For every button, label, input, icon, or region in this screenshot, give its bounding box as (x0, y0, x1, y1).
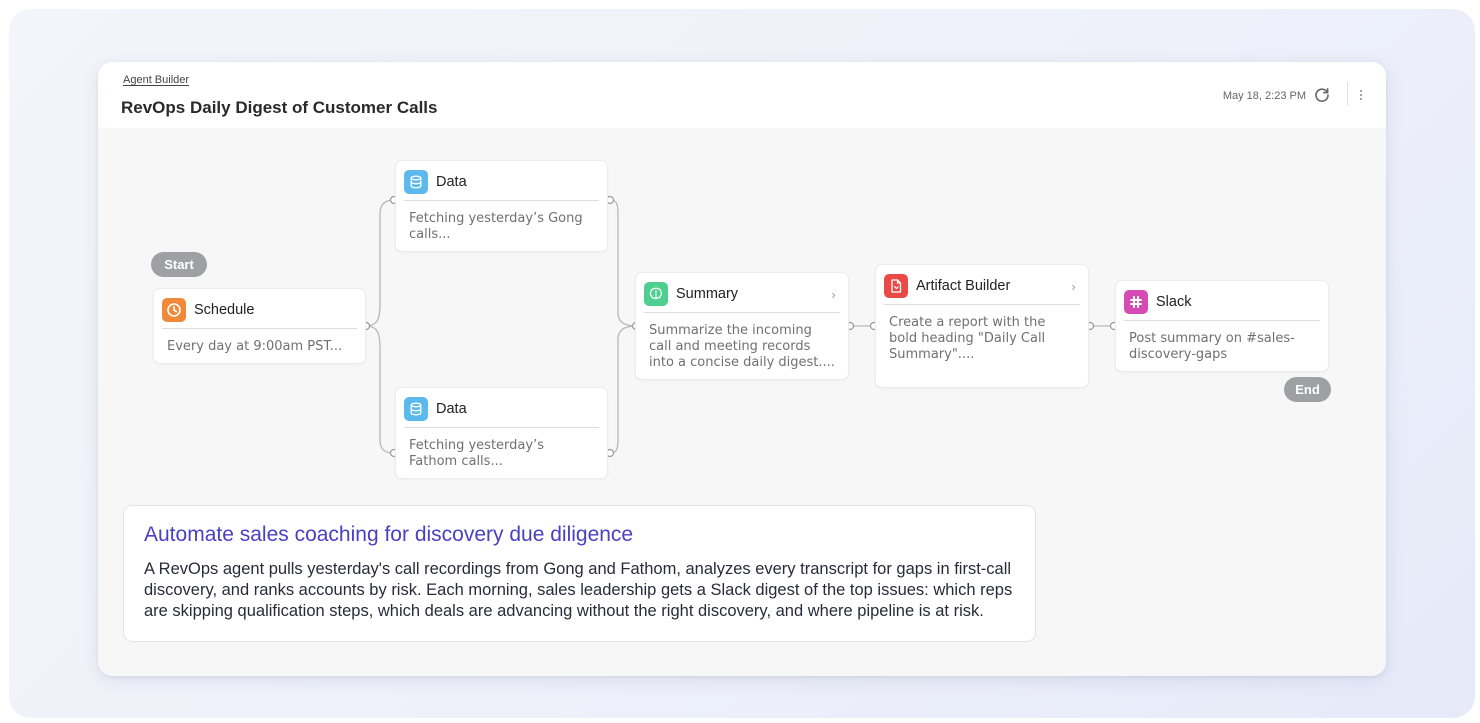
use-case-body: A RevOps agent pulls yesterday's call re… (144, 560, 1013, 620)
node-description: Summarize the incoming call and meeting … (649, 323, 835, 370)
node-description: Every day at 9:00am PST... (167, 339, 343, 354)
document-icon (884, 274, 908, 298)
node-title: Artifact Builder (916, 278, 1011, 294)
node-data-fathom-header: Data (404, 396, 599, 428)
slack-icon (1124, 290, 1148, 314)
node-slack[interactable]: Slack Post summary on #sales-discovery-g… (1115, 280, 1329, 372)
use-case-description: Automate sales coaching for discovery du… (123, 505, 1036, 642)
node-summary-header: Summary › (644, 281, 840, 313)
node-description: Post summary on #sales-discovery-gaps (1129, 331, 1295, 362)
node-description: Fetching yesterday’s Fathom calls... (409, 438, 544, 469)
node-artifact-builder-header: Artifact Builder › (884, 273, 1080, 305)
chevron-right-icon[interactable]: › (831, 288, 836, 302)
clock-icon (162, 298, 186, 322)
use-case-title: Automate sales coaching for discovery du… (144, 523, 634, 546)
node-summary[interactable]: Summary › Summarize the incoming call an… (635, 272, 849, 380)
database-icon (404, 170, 428, 194)
database-icon (404, 397, 428, 421)
node-data-fathom[interactable]: Data Fetching yesterday’s Fathom calls..… (395, 387, 608, 479)
node-data-gong-header: Data (404, 169, 599, 201)
node-title: Slack (1156, 294, 1192, 310)
start-badge: Start (151, 252, 207, 277)
node-schedule[interactable]: Schedule Every day at 9:00am PST... (153, 288, 366, 364)
chevron-right-icon[interactable]: › (1071, 280, 1076, 294)
node-data-gong[interactable]: Data Fetching yesterday’s Gong calls... (395, 160, 608, 252)
end-badge: End (1284, 377, 1331, 402)
node-slack-header: Slack (1124, 289, 1320, 321)
node-schedule-header: Schedule (162, 297, 357, 329)
node-artifact-builder[interactable]: Artifact Builder › Create a report with … (875, 264, 1089, 388)
agent-builder-card: Agent Builder RevOps Daily Digest of Cus… (98, 62, 1386, 676)
node-title: Data (436, 174, 467, 190)
brain-icon (644, 282, 668, 306)
node-description: Create a report with the bold heading "D… (889, 315, 1046, 362)
node-title: Summary (676, 286, 739, 302)
node-title: Schedule (194, 302, 255, 318)
node-description: Fetching yesterday’s Gong calls... (409, 211, 583, 242)
node-title: Data (436, 401, 467, 417)
